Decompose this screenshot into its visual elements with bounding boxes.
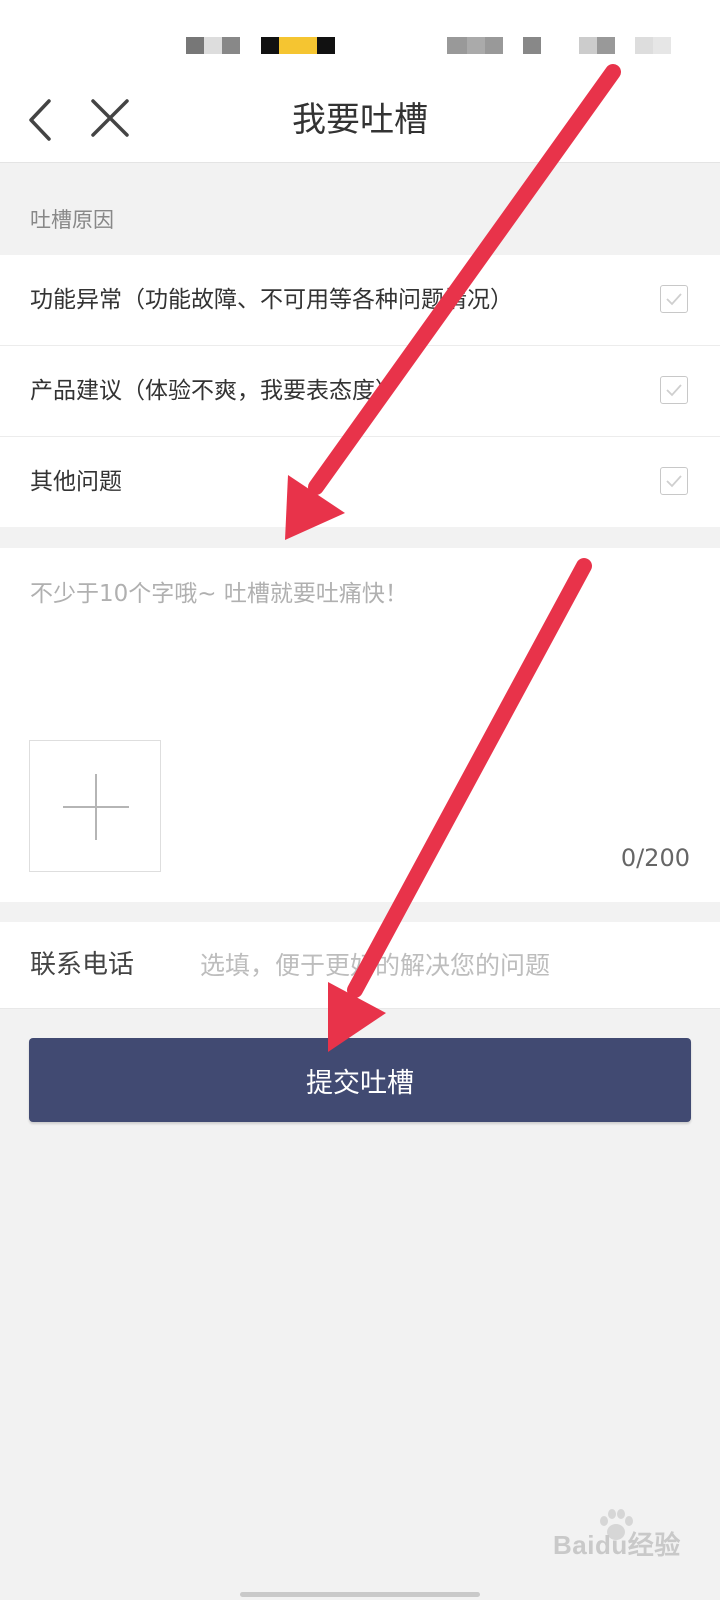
reason-option-other[interactable]: 其他问题 <box>0 437 720 527</box>
reason-label: 其他问题 <box>30 469 122 495</box>
status-icon <box>261 37 279 54</box>
status-icon <box>467 37 485 54</box>
status-bar <box>0 0 720 78</box>
status-icon <box>635 37 653 54</box>
check-icon <box>666 475 682 488</box>
reason-option-function[interactable]: 功能异常（功能故障、不可用等各种问题情况） <box>0 255 720 346</box>
section-label-reason: 吐槽原因 <box>30 208 114 232</box>
status-icon <box>485 37 503 54</box>
status-icon <box>579 37 597 54</box>
plus-icon <box>63 774 129 840</box>
reason-checkbox[interactable] <box>660 376 688 404</box>
status-icon <box>279 37 317 54</box>
status-icon <box>597 37 615 54</box>
reason-checkbox[interactable] <box>660 285 688 313</box>
reason-list: 功能异常（功能故障、不可用等各种问题情况） 产品建议（体验不爽，我要表态度） 其… <box>0 255 720 527</box>
chevron-left-icon <box>29 99 51 141</box>
reason-option-suggestion[interactable]: 产品建议（体验不爽，我要表态度） <box>0 346 720 437</box>
close-icon <box>91 99 129 137</box>
phone-input[interactable] <box>200 942 690 988</box>
status-icon <box>653 37 671 54</box>
feedback-panel: 0/200 <box>0 548 720 902</box>
home-indicator[interactable] <box>240 1592 480 1597</box>
check-icon <box>666 384 682 397</box>
char-counter: 0/200 <box>620 844 690 872</box>
watermark-text: Baidu经验 <box>553 1530 681 1560</box>
submit-button[interactable]: 提交吐槽 <box>29 1038 691 1122</box>
status-icon <box>317 37 335 54</box>
reason-checkbox[interactable] <box>660 467 688 495</box>
status-icon <box>523 37 541 54</box>
status-icon <box>204 37 222 54</box>
status-icon <box>186 37 204 54</box>
contact-label: 联系电话 <box>30 950 135 980</box>
contact-row: 联系电话 <box>0 922 720 1009</box>
back-button[interactable] <box>22 92 78 148</box>
nav-bar: 我要吐槽 <box>0 78 720 163</box>
close-button[interactable] <box>84 92 140 148</box>
reason-label: 产品建议（体验不爽，我要表态度） <box>30 378 398 404</box>
feedback-textarea[interactable] <box>30 574 690 724</box>
check-icon <box>666 293 682 306</box>
add-image-button[interactable] <box>29 740 161 872</box>
status-icon <box>447 37 467 54</box>
reason-label: 功能异常（功能故障、不可用等各种问题情况） <box>30 287 513 313</box>
status-icon <box>222 37 240 54</box>
